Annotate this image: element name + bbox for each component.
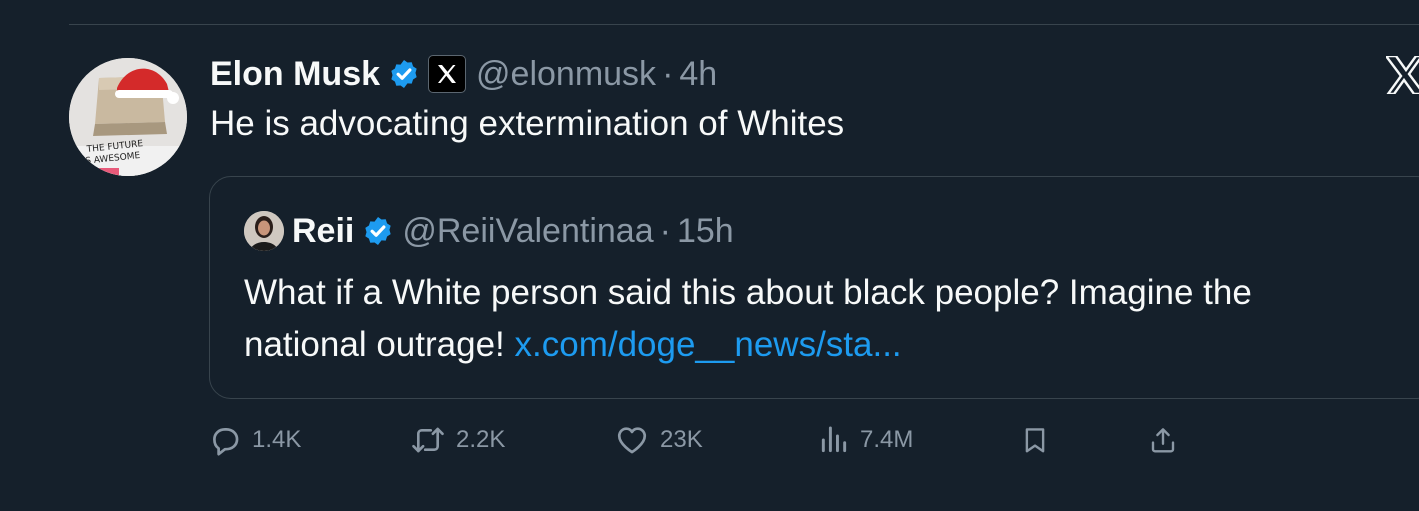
like-count: 23K (660, 426, 703, 453)
share-icon (1151, 428, 1175, 453)
tweet-text: He is advocating extermination of Whites (210, 104, 845, 143)
repost-icon (412, 427, 444, 453)
reply-button[interactable]: 1.4K (208, 420, 301, 460)
views-icon (821, 426, 847, 453)
heart-icon (617, 427, 647, 454)
share-button[interactable] (1148, 420, 1178, 460)
reply-count: 1.4K (252, 426, 302, 453)
quoted-header: Reii @ReiiValentinaa · 15h (244, 209, 734, 253)
quoted-text-line2: national outrage! (244, 325, 505, 364)
verified-badge-icon (391, 60, 417, 88)
action-bar: 1.4K 2.2K 23K 7.4M (208, 420, 1208, 460)
reply-icon (213, 428, 239, 456)
quoted-text-line2-wrap: national outrage! x.com/doge__news/sta..… (244, 319, 1394, 371)
quoted-tweet[interactable]: Reii @ReiiValentinaa · 15h What if a Whi… (209, 176, 1419, 399)
quoted-text: What if a White person said this about b… (244, 267, 1394, 371)
like-button[interactable]: 23K (614, 420, 703, 460)
separator-dot: · (662, 54, 674, 93)
repost-button[interactable]: 2.2K (410, 420, 505, 460)
quoted-link[interactable]: x.com/doge__news/sta... (515, 325, 902, 364)
avatar[interactable]: THE FUTURE IS AWESOME (69, 58, 187, 176)
bookmark-button[interactable] (1020, 420, 1050, 460)
quoted-timestamp[interactable]: 15h (677, 212, 734, 251)
quoted-author-handle[interactable]: @ReiiValentinaa (402, 212, 653, 251)
tweet-screenshot: THE FUTURE IS AWESOME Elon Musk @elonmus… (0, 0, 1419, 511)
tweet-header: Elon Musk @elonmusk · 4h (210, 52, 717, 96)
divider (69, 24, 1419, 25)
x-logo-icon (1386, 56, 1419, 94)
repost-count: 2.2K (456, 426, 506, 453)
author-handle[interactable]: @elonmusk (476, 55, 656, 94)
views-count: 7.4M (860, 426, 914, 453)
quoted-avatar (244, 211, 284, 251)
bookmark-icon (1025, 428, 1045, 453)
x-logo-icon (428, 55, 467, 93)
separator-dot: · (659, 211, 671, 250)
verified-badge-icon (365, 217, 392, 245)
author-name[interactable]: Elon Musk (210, 55, 380, 94)
timestamp[interactable]: 4h (679, 55, 717, 94)
quoted-author-name[interactable]: Reii (292, 212, 354, 251)
avatar-image: THE FUTURE IS AWESOME (69, 58, 187, 176)
views-button[interactable]: 7.4M (818, 420, 913, 460)
quoted-text-line1: What if a White person said this about b… (244, 273, 1252, 312)
